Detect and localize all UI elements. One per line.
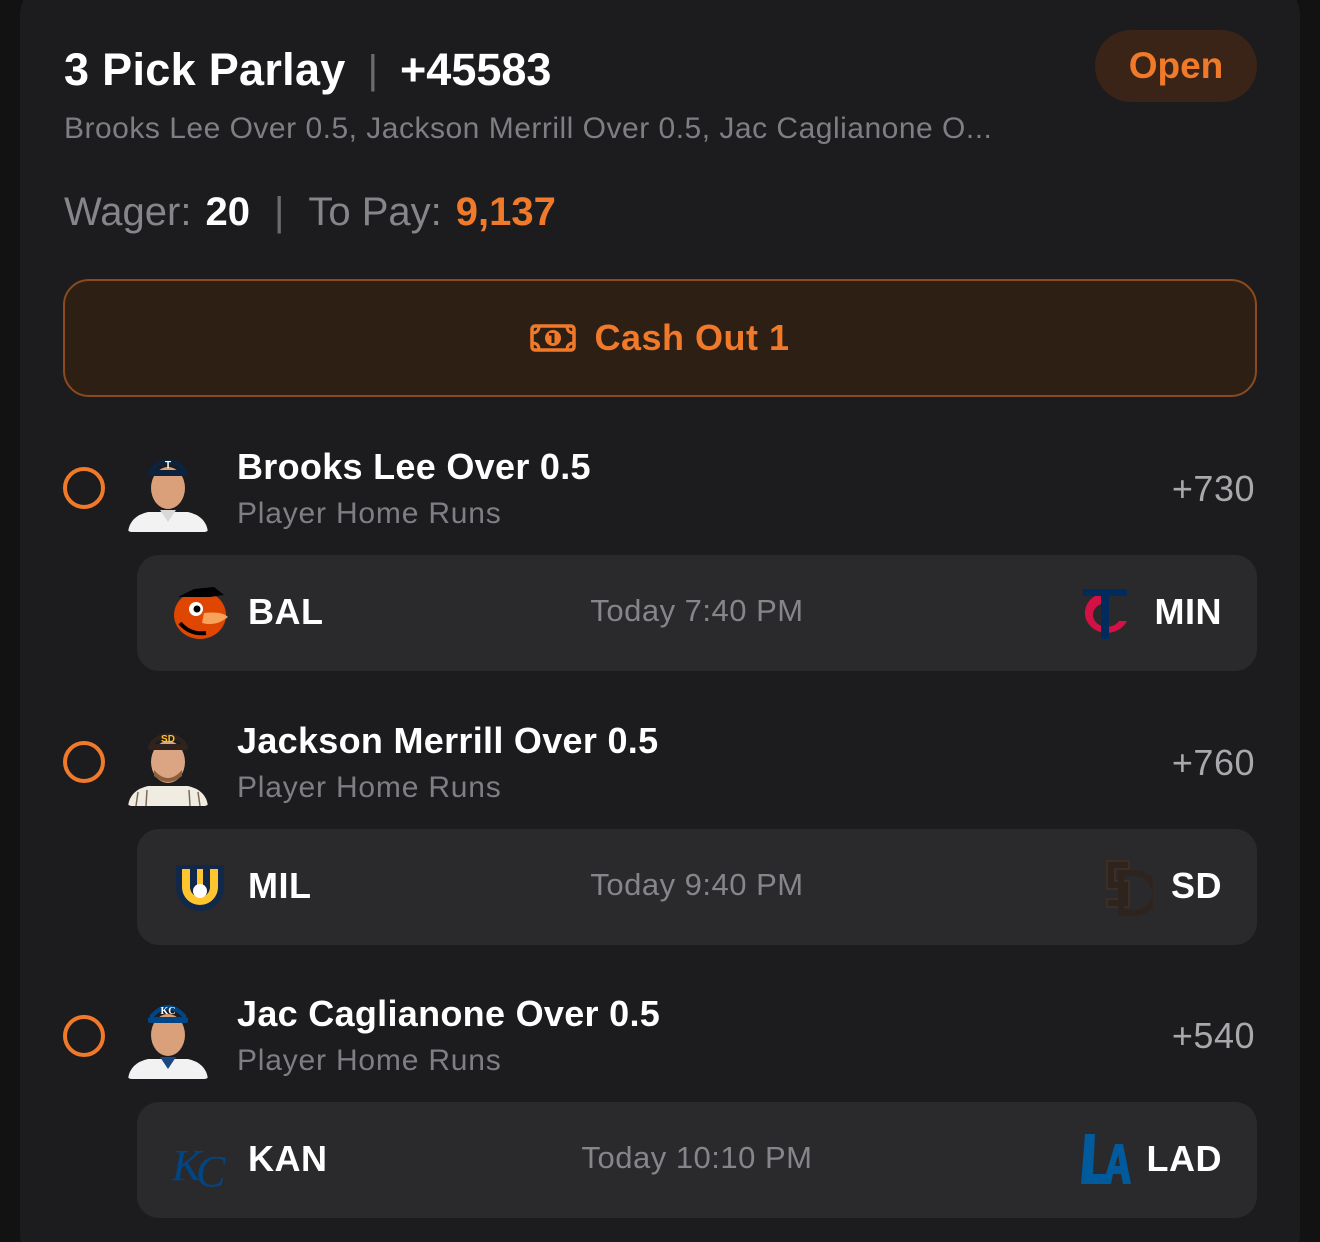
wager-label: Wager:	[64, 190, 192, 234]
svg-text:T: T	[165, 460, 171, 471]
svg-text:KC: KC	[161, 1006, 176, 1017]
home-team-abbr: SD	[1170, 865, 1222, 906]
to-pay-label: To Pay:	[308, 190, 442, 234]
leg-status-radio[interactable]	[63, 741, 105, 783]
game-time: Today 9:40 PM	[590, 867, 804, 902]
twins-logo-icon	[1083, 589, 1127, 639]
pick-odds: +730	[1171, 468, 1255, 509]
leg-status-radio[interactable]	[63, 467, 105, 509]
bet-summary: Brooks Lee Over 0.5, Jackson Merrill Ove…	[64, 112, 993, 145]
wager-value: 20	[205, 190, 250, 234]
pick-odds: +760	[1171, 742, 1255, 783]
home-team-abbr: LAD	[1146, 1138, 1222, 1179]
pick-name: Jackson Merrill Over 0.5	[237, 720, 659, 761]
status-badge: Open	[1095, 30, 1257, 102]
pick-market: Player Home Runs	[237, 1044, 502, 1077]
home-team-abbr: MIN	[1154, 591, 1222, 632]
game-matchup[interactable]: MIL Today 9:40 PM SD	[137, 829, 1257, 945]
pick-name: Jac Caglianone Over 0.5	[237, 993, 661, 1034]
player-headshot-icon: T	[126, 448, 210, 532]
wager-row: Wager: 20 | To Pay: 9,137	[64, 190, 556, 235]
game-matchup[interactable]: K C KAN Today 10:10 PM LAD	[137, 1102, 1257, 1218]
pick-name: Brooks Lee Over 0.5	[237, 446, 591, 487]
dodgers-logo-icon	[1081, 1134, 1131, 1184]
pick-odds: +540	[1171, 1015, 1255, 1056]
padres-logo-icon	[1106, 860, 1153, 916]
bet-title: 3 Pick Parlay	[64, 44, 346, 95]
game-matchup[interactable]: BAL Today 7:40 PM MIN	[137, 555, 1257, 671]
svg-text:SD: SD	[161, 734, 175, 745]
player-headshot-icon: KC	[126, 995, 210, 1079]
cash-out-button[interactable]: Cash Out 1	[63, 279, 1257, 397]
parlay-odds: +45583	[400, 44, 552, 95]
player-headshot-icon: SD	[126, 722, 210, 806]
title-separator: |	[367, 47, 379, 92]
leg-status-radio[interactable]	[63, 1015, 105, 1057]
bet-header: 3 Pick Parlay | +45583	[64, 38, 551, 102]
pick-market: Player Home Runs	[237, 771, 502, 804]
cash-icon	[530, 324, 577, 352]
pick-market: Player Home Runs	[237, 497, 502, 530]
cash-out-label: Cash Out 1	[594, 317, 790, 358]
wager-separator: |	[273, 190, 285, 234]
to-pay-value: 9,137	[455, 190, 556, 234]
